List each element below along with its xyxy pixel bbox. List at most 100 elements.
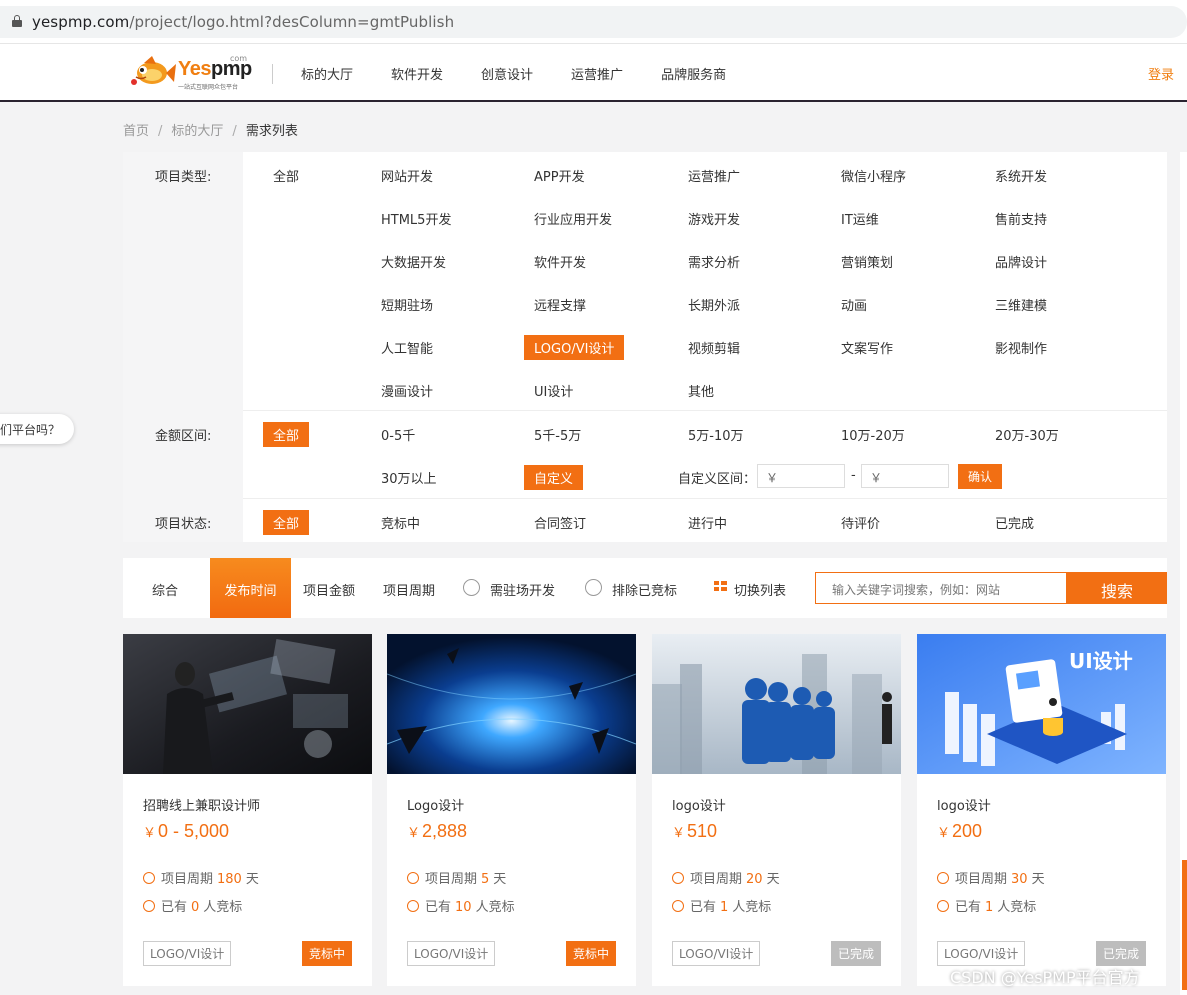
period-label: 项目周期 <box>161 872 214 887</box>
site-header: Yespmp com 一站式互联网众包平台 标的大厅 软件开发 创意设计 运营推… <box>0 44 1187 102</box>
type-option[interactable]: 售前支持 <box>995 209 1047 228</box>
type-option[interactable]: 需求分析 <box>688 252 740 271</box>
type-option[interactable]: 网站开发 <box>381 166 433 185</box>
type-option[interactable]: 大数据开发 <box>381 252 446 271</box>
bids-prefix: 已有 <box>161 900 188 915</box>
onsite-radio[interactable] <box>463 579 480 596</box>
status-option[interactable]: 竞标中 <box>381 513 420 532</box>
type-option[interactable]: 文案写作 <box>841 338 893 357</box>
type-option[interactable]: 系统开发 <box>995 166 1047 185</box>
nav-item-hall[interactable]: 标的大厅 <box>301 64 353 83</box>
project-image <box>123 634 372 774</box>
amount-option-custom[interactable]: 自定义 <box>524 465 584 490</box>
custom-min-input[interactable]: ￥ <box>757 464 845 488</box>
project-card[interactable]: logo设计 ￥ 510 项目周期 20 天 已有 1 人竞标 LOGO/VI设计 已完成 <box>652 634 901 986</box>
status-badge: 已完成 <box>830 941 881 966</box>
project-image: UI设计 <box>917 634 1166 774</box>
price-currency: ￥ <box>937 825 951 840</box>
type-option[interactable]: 软件开发 <box>534 252 586 271</box>
url-text[interactable]: yespmp.com/project/logo.html?desColumn=g… <box>32 13 454 31</box>
sort-amount[interactable]: 项目金额 <box>303 580 355 599</box>
filter-divider <box>243 410 1167 411</box>
type-option[interactable]: 动画 <box>841 295 867 314</box>
status-option-all[interactable]: 全部 <box>263 510 310 535</box>
custom-range-dash: - <box>851 468 856 483</box>
project-card[interactable]: 招聘线上兼职设计师 ￥ 0 - 5,000 项目周期 180 天 已有 0 人竞标 LOG… <box>123 634 372 986</box>
onsite-radio-label[interactable]: 需驻场开发 <box>490 580 555 599</box>
search-button[interactable]: 搜索 <box>1067 572 1167 604</box>
custom-max-input[interactable]: ￥ <box>861 464 949 488</box>
switch-view-label[interactable]: 切换列表 <box>734 580 786 599</box>
type-option[interactable]: 其他 <box>688 381 714 400</box>
type-option[interactable]: HTML5开发 <box>381 209 451 228</box>
site-logo[interactable]: Yespmp com 一站式互联网众包平台 <box>130 52 252 92</box>
type-option-all[interactable]: 全部 <box>273 166 299 185</box>
amount-option-over-300k[interactable]: 30万以上 <box>381 468 437 487</box>
login-link[interactable]: 登录 <box>1148 64 1174 83</box>
project-period: 项目周期 30 天 <box>937 868 1045 887</box>
price-currency: ￥ <box>143 825 157 840</box>
project-title[interactable]: Logo设计 <box>407 795 464 814</box>
chat-bubble[interactable]: 们平台吗？ <box>0 414 74 444</box>
project-title[interactable]: logo设计 <box>672 795 726 814</box>
amount-option[interactable]: 20万-30万 <box>995 425 1059 444</box>
project-image <box>652 634 901 774</box>
breadcrumb-current: 需求列表 <box>245 124 298 139</box>
type-option[interactable]: 行业应用开发 <box>534 209 612 228</box>
type-option[interactable]: 人工智能 <box>381 338 433 357</box>
category-tag: LOGO/VI设计 <box>937 941 1026 966</box>
nav-item-marketing[interactable]: 运营推广 <box>571 64 623 83</box>
project-type-label: 项目类型: <box>155 170 212 185</box>
type-option[interactable]: 长期外派 <box>688 295 740 314</box>
project-card[interactable]: UI设计 logo设计 ￥ 200 项目周期 30 天 已有 1 人竞标 LOGO/VI设… <box>917 634 1166 986</box>
project-title[interactable]: 招聘线上兼职设计师 <box>143 795 260 814</box>
nav-item-creative[interactable]: 创意设计 <box>481 64 533 83</box>
confirm-range-button[interactable]: 确认 <box>958 464 1003 489</box>
status-option[interactable]: 待评价 <box>841 513 880 532</box>
type-option[interactable]: 短期驻场 <box>381 295 433 314</box>
amount-option[interactable]: 10万-20万 <box>841 425 905 444</box>
project-card[interactable]: Logo设计 ￥ 2,888 项目周期 5 天 已有 10 人竞标 LOGO/VI设计 竞… <box>387 634 636 986</box>
type-option[interactable]: 影视制作 <box>995 338 1047 357</box>
type-option[interactable]: 运营推广 <box>688 166 740 185</box>
search-input[interactable]: 输入关键字词搜索，例如：网站 <box>815 572 1067 604</box>
url-path: /project/logo.html?desColumn=gmtPublish <box>129 13 455 31</box>
breadcrumb-home[interactable]: 首页 <box>123 124 149 139</box>
browser-address-bar: yespmp.com/project/logo.html?desColumn=g… <box>0 0 1187 44</box>
type-option-selected[interactable]: LOGO/VI设计 <box>524 335 625 360</box>
period-unit: 天 <box>245 872 259 887</box>
exclude-bid-radio-label[interactable]: 排除已竞标 <box>612 580 677 599</box>
bids-count: 0 <box>191 900 200 915</box>
type-option[interactable]: 远程支撑 <box>534 295 586 314</box>
amount-option[interactable]: 5万-10万 <box>688 425 744 444</box>
project-title[interactable]: logo设计 <box>937 795 991 814</box>
type-option[interactable]: 漫画设计 <box>381 381 433 400</box>
exclude-bid-radio[interactable] <box>585 579 602 596</box>
nav-item-software[interactable]: 软件开发 <box>391 64 443 83</box>
type-option[interactable]: 视频剪辑 <box>688 338 740 357</box>
status-badge: 已完成 <box>1095 941 1146 966</box>
type-option[interactable]: UI设计 <box>534 381 573 400</box>
type-option[interactable]: 品牌设计 <box>995 252 1047 271</box>
status-option[interactable]: 已完成 <box>995 513 1034 532</box>
amount-range-label: 金额区间: <box>155 429 212 444</box>
amount-option[interactable]: 5千-5万 <box>534 425 581 444</box>
amount-option-all[interactable]: 全部 <box>263 422 310 447</box>
type-option[interactable]: IT运维 <box>841 209 879 228</box>
type-option[interactable]: 游戏开发 <box>688 209 740 228</box>
sort-period[interactable]: 项目周期 <box>383 580 435 599</box>
breadcrumb-hall[interactable]: 标的大厅 <box>171 124 223 139</box>
type-option[interactable]: 微信小程序 <box>841 166 906 185</box>
sort-general[interactable]: 综合 <box>152 580 178 599</box>
type-option[interactable]: 营销策划 <box>841 252 893 271</box>
period-value: 30 <box>1011 872 1028 887</box>
url-host: yespmp.com <box>32 13 130 31</box>
status-option[interactable]: 合同签订 <box>534 513 586 532</box>
type-option[interactable]: APP开发 <box>534 166 585 185</box>
type-option[interactable]: 三维建模 <box>995 295 1047 314</box>
amount-option[interactable]: 0-5千 <box>381 425 415 444</box>
status-option[interactable]: 进行中 <box>688 513 727 532</box>
nav-item-brand-providers[interactable]: 品牌服务商 <box>661 64 726 83</box>
list-view-icon[interactable] <box>714 581 727 593</box>
sort-publish-time[interactable]: 发布时间 <box>210 558 291 618</box>
